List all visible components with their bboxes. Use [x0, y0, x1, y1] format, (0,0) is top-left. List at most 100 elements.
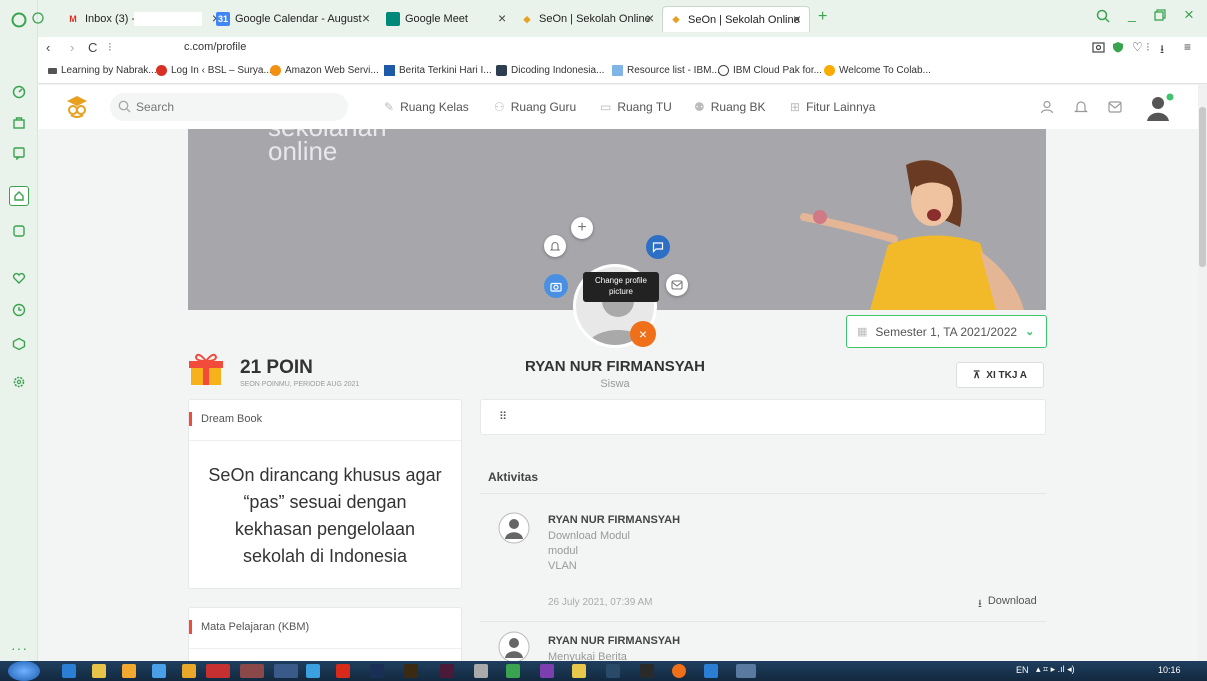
opera-gx-icon[interactable] [240, 664, 264, 678]
profile-name: RYAN NUR FIRMANSYAH [524, 358, 706, 375]
tab-calendar[interactable]: 31 Google Calendar - August × [210, 6, 378, 32]
messenger-icon[interactable] [32, 12, 44, 24]
bookmark-item[interactable]: Learning by Nabrak... [48, 65, 157, 76]
tab-meet[interactable]: Google Meet [380, 6, 510, 32]
grid-menu-icon[interactable]: ⠿ [499, 410, 507, 423]
notepad-icon[interactable] [572, 664, 586, 678]
avatar[interactable] [1142, 91, 1176, 125]
indesign-icon[interactable] [440, 664, 454, 678]
site-info-icon[interactable]: ⁝ [108, 40, 112, 54]
settings-icon[interactable] [9, 372, 29, 392]
bookmark-item[interactable]: Resource list - IBM... [612, 65, 720, 76]
speed-dial-icon[interactable] [9, 82, 29, 102]
history-icon[interactable] [9, 300, 29, 320]
terminal-icon[interactable] [640, 664, 654, 678]
vscode-icon[interactable] [704, 664, 718, 678]
app-icon[interactable] [152, 664, 166, 678]
media-icon[interactable] [122, 664, 136, 678]
vpn-shield-icon[interactable] [1112, 41, 1124, 53]
app-icon[interactable] [672, 664, 686, 678]
heart-icon[interactable] [9, 268, 29, 288]
ie-icon[interactable] [62, 664, 76, 678]
bell-action-icon[interactable] [544, 235, 566, 257]
reload-icon[interactable]: C [88, 40, 97, 55]
semester-select[interactable]: ▦ Semester 1, TA 2021/2022 ⌄ [846, 315, 1047, 348]
language-indicator[interactable]: EN [1016, 665, 1029, 675]
search-tabs-icon[interactable] [1096, 9, 1110, 23]
class-badge[interactable]: ⊼ XI TKJ A [956, 362, 1044, 388]
home-icon[interactable] [9, 186, 29, 206]
mail-icon[interactable] [1108, 101, 1122, 113]
back-icon[interactable]: ‹ [46, 40, 50, 55]
chrome-icon[interactable] [182, 664, 196, 678]
scrollbar-thumb[interactable] [1199, 107, 1206, 267]
nav-ruang-guru[interactable]: ⚇ Ruang Guru [494, 100, 576, 114]
nav-fitur-lainnya[interactable]: ⊞ Fitur Lainnya [790, 100, 875, 114]
opera-logo-icon[interactable] [9, 10, 29, 30]
tab-seon-1[interactable]: ◆ SeOn | Sekolah Online [514, 6, 660, 32]
bookmark-item[interactable]: Berita Terkini Hari I... [384, 65, 492, 76]
nav-ruang-kelas[interactable]: ✎ Ruang Kelas [384, 100, 469, 114]
bookmark-heart-icon[interactable]: ♡ [1132, 40, 1143, 54]
menu-dots-icon[interactable]: ⁝ [1146, 40, 1150, 54]
bookmark-item[interactable]: IBM Cloud Pak for... [718, 65, 822, 76]
whatsapp-icon[interactable] [9, 221, 29, 241]
app-icon[interactable] [506, 664, 520, 678]
forward-icon[interactable]: › [70, 40, 74, 55]
bookmark-item[interactable]: Welcome To Colab... [824, 65, 931, 76]
snapshot-icon[interactable] [1092, 41, 1105, 53]
bookmark-item[interactable]: Amazon Web Servi... [270, 65, 379, 76]
cover-illustration [800, 160, 1024, 310]
clock[interactable]: 10:16 [1158, 665, 1181, 675]
seon-logo[interactable] [66, 95, 88, 119]
app-icon[interactable] [736, 664, 756, 678]
bag-icon[interactable] [9, 112, 29, 132]
close-tab-icon[interactable]: × [498, 10, 506, 26]
search-box[interactable] [110, 93, 348, 121]
scrollbar[interactable] [1198, 85, 1207, 661]
explorer-icon[interactable] [92, 664, 106, 678]
minimize-icon[interactable]: _ [1128, 6, 1136, 22]
close-tab-icon[interactable]: × [362, 10, 370, 26]
photoshop-icon[interactable] [370, 664, 384, 678]
network-icon[interactable] [474, 664, 488, 678]
mail-action-icon[interactable] [666, 274, 688, 296]
more-icon[interactable]: ··· [11, 640, 28, 656]
download-link[interactable]: ⭳ Download [978, 595, 1037, 614]
tray-icons[interactable]: ▴ ⌗ ▸ .ıl ◂) [1036, 664, 1075, 675]
restore-icon[interactable] [1154, 9, 1166, 21]
activity-action: Menyukai Berita [548, 651, 627, 661]
user-icon[interactable] [1040, 100, 1054, 114]
chat-action-icon[interactable] [646, 235, 670, 259]
search-input[interactable] [136, 98, 336, 116]
close-tab-icon[interactable]: × [646, 10, 654, 26]
bookmark-item[interactable]: Dicoding Indonesia... [496, 65, 604, 76]
nav-ruang-bk[interactable]: ⚉ Ruang BK [694, 100, 765, 114]
download-icon[interactable]: ⭳ [1160, 40, 1164, 61]
url-field[interactable]: c.com/profile [184, 41, 246, 53]
tab-seon-active[interactable]: ◆ SeOn | Sekolah Online × [662, 6, 810, 32]
app-icon[interactable] [606, 664, 620, 678]
extensions-icon[interactable] [9, 334, 29, 354]
app-icon[interactable] [306, 664, 320, 678]
bell-icon[interactable] [1074, 100, 1088, 114]
activity-user[interactable]: RYAN NUR FIRMANSYAH [548, 514, 680, 526]
close-window-icon[interactable]: × [1184, 5, 1194, 25]
app-icon[interactable] [540, 664, 554, 678]
camera-icon[interactable] [544, 274, 568, 298]
bookmark-item[interactable]: Log In ‹ BSL – Surya... [156, 65, 272, 76]
activity-user[interactable]: RYAN NUR FIRMANSYAH [548, 635, 680, 647]
add-icon[interactable]: + [571, 217, 593, 239]
illustrator-icon[interactable] [404, 664, 418, 678]
opera-icon[interactable] [206, 664, 230, 678]
acrobat-icon[interactable] [336, 664, 350, 678]
tab-gmail[interactable]: MInbox (3) -× [60, 6, 228, 32]
remove-photo-icon[interactable]: × [630, 321, 656, 347]
nav-ruang-tu[interactable]: ▭ Ruang TU [600, 100, 672, 114]
twitch-icon[interactable] [9, 143, 29, 163]
close-tab-icon[interactable]: × [793, 11, 801, 27]
start-button[interactable] [8, 661, 40, 681]
new-tab-icon[interactable]: + [818, 8, 827, 26]
app-icon[interactable] [274, 664, 298, 678]
easy-setup-icon[interactable]: ≡ [1184, 40, 1191, 54]
